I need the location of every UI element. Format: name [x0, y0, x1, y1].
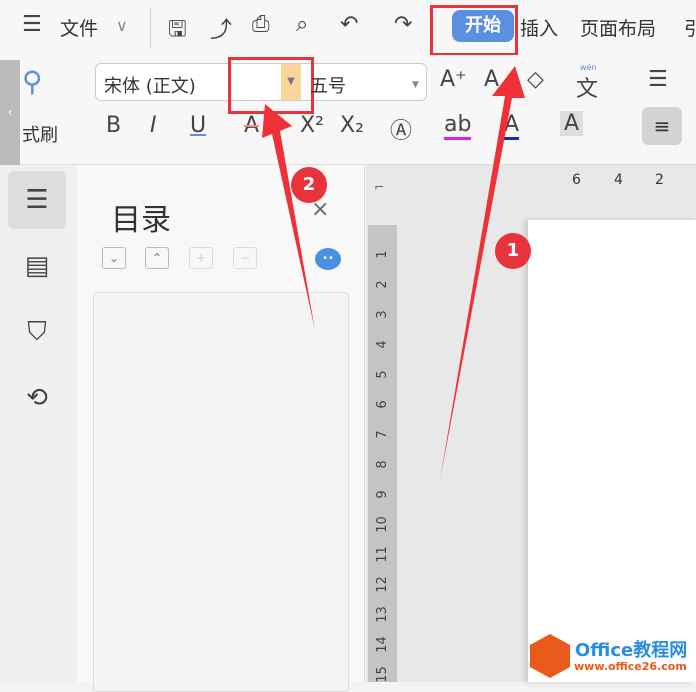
arrow-2	[262, 104, 315, 330]
step-badge-2: 2	[291, 167, 327, 203]
watermark-url: www.office26.com	[574, 660, 687, 673]
arrow-1	[440, 66, 525, 480]
watermark-name: Office教程网	[575, 640, 688, 661]
step-badge-1: 1	[495, 233, 531, 269]
annotation-arrows	[262, 66, 525, 480]
